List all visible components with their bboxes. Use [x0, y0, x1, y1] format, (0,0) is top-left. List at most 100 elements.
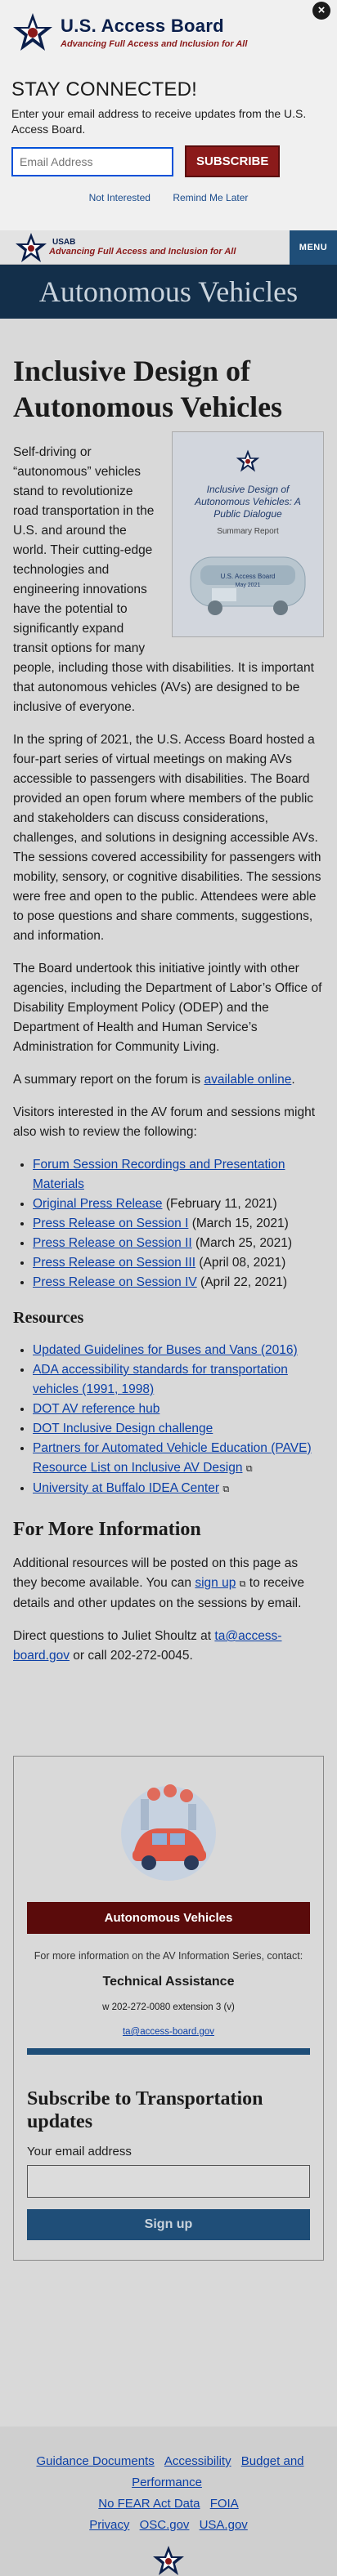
list-item-date: (March 25, 2021) [191, 1236, 293, 1250]
external-link-icon: ⧉ [222, 1484, 230, 1494]
site-logo-star-icon[interactable] [15, 232, 47, 263]
footer-link-privacy[interactable]: Privacy [89, 2518, 129, 2532]
list-item: Partners for Automated Vehicle Education… [33, 1439, 324, 1479]
summary-text: A summary report on the forum is [13, 1073, 204, 1087]
more-info-heading: For More Information [13, 1519, 201, 1540]
resource-dot-challenge-link[interactable]: DOT Inclusive Design challenge [33, 1422, 213, 1435]
card-email-row: ta@access-board.gov [27, 2027, 310, 2037]
email-address-input[interactable] [11, 146, 173, 176]
available-online-link[interactable]: available online [204, 1073, 291, 1087]
site-header: USAB Advancing Full Access and Inclusion… [0, 230, 337, 265]
list-item: Press Release on Session I (March 15, 20… [33, 1214, 324, 1234]
site-tagline: Advancing Full Access and Inclusion for … [49, 247, 236, 257]
technical-assistance-email-link[interactable]: ta@access-board.gov [123, 2027, 214, 2037]
banner-logo[interactable]: U.S. Access Board Advancing Full Access … [11, 11, 326, 60]
footer-link-guidance[interactable]: Guidance Documents [36, 2454, 154, 2468]
footer-link-accessibility[interactable]: Accessibility [164, 2454, 231, 2468]
autonomous-car-illustration-icon [121, 1784, 216, 1881]
footer-link-usa[interactable]: USA.gov [200, 2518, 248, 2532]
phone-number: w 202-272-0080 extension 3 (v) [102, 2002, 235, 2012]
press-release-session-3-link[interactable]: Press Release on Session III [33, 1256, 195, 1270]
list-item: Press Release on Session IV (April 22, 2… [33, 1273, 324, 1292]
autonomous-van-image: U.S. Access Board May 2021 [190, 556, 306, 615]
contact-text: Direct questions to Juliet Shoultz at [13, 1629, 215, 1643]
card-info-text: For more information on the AV Informati… [34, 1950, 303, 1962]
contact-text-2: or call 202-272-0045. [69, 1649, 193, 1663]
list-item-date: (February 11, 2021) [162, 1197, 277, 1211]
technical-assistance-heading: Technical Assistance [102, 1975, 235, 1989]
page: U.S. Access Board Advancing Full Access … [0, 0, 337, 2576]
external-link-icon: ⧉ [245, 1464, 253, 1474]
subscribe-email-input[interactable] [27, 2165, 310, 2198]
subscribe-heading: Subscribe to Transportation updates [27, 2088, 263, 2132]
banner-links: Not Interested Remind Me Later [11, 192, 326, 203]
subscribe-button[interactable]: SUBSCRIBE [185, 145, 281, 177]
banner-form: SUBSCRIBE [11, 145, 326, 177]
footer-link-foia[interactable]: FOIA [210, 2497, 239, 2511]
resource-guidelines-link[interactable]: Updated Guidelines for Buses and Vans (2… [33, 1343, 298, 1357]
list-item: Press Release on Session III (April 08, … [33, 1253, 324, 1273]
sign-up-button[interactable]: Sign up [27, 2209, 310, 2240]
list-item-date: (March 15, 2021) [188, 1217, 289, 1230]
press-release-session-1-link[interactable]: Press Release on Session I [33, 1217, 188, 1230]
resource-dot-av-hub-link[interactable]: DOT AV reference hub [33, 1402, 160, 1416]
footer-links: Guidance Documents Accessibility Budget … [0, 2451, 337, 2536]
list-item: Forum Session Recordings and Presentatio… [33, 1155, 324, 1194]
resource-pave-link[interactable]: Partners for Automated Vehicle Education… [33, 1441, 312, 1475]
brand-tagline: Advancing Full Access and Inclusion for … [61, 39, 248, 49]
page-title: Inclusive Design of Autonomous Vehicles [13, 355, 283, 423]
sign-up-link[interactable]: sign up [195, 1576, 236, 1590]
original-press-release-link[interactable]: Original Press Release [33, 1197, 163, 1211]
list-item: Press Release on Session II (March 25, 2… [33, 1234, 324, 1253]
menu-button[interactable]: MENU [290, 230, 337, 265]
summary-report-cover[interactable]: Inclusive Design of Autonomous Vehicles:… [172, 431, 324, 637]
footer-logo-star-icon[interactable] [152, 2544, 185, 2576]
summary-suffix: . [291, 1073, 295, 1087]
list-item: ADA accessibility standards for transpor… [33, 1360, 324, 1400]
footer-link-osc[interactable]: OSC.gov [140, 2518, 190, 2532]
forum-recordings-link[interactable]: Forum Session Recordings and Presentatio… [33, 1158, 285, 1191]
forum-links-list: Forum Session Recordings and Presentatio… [13, 1155, 324, 1292]
main-content: Inclusive Design of Autonomous Vehicles … [0, 319, 337, 1666]
list-item-date: (April 22, 2021) [196, 1275, 288, 1289]
autonomous-vehicles-button[interactable]: Autonomous Vehicles [27, 1902, 310, 1934]
series-paragraph: In the spring of 2021, the U.S. Access B… [13, 733, 321, 943]
list-item-date: (April 08, 2021) [195, 1256, 286, 1270]
signup-banner: U.S. Access Board Advancing Full Access … [0, 0, 337, 230]
resources-list: Updated Guidelines for Buses and Vans (2… [13, 1341, 324, 1499]
brand-name: U.S. Access Board [61, 16, 224, 36]
report-cover-date: May 2021 [236, 583, 261, 588]
site-abbrev: USAB [52, 238, 76, 247]
banner-title: STAY CONNECTED! [11, 78, 198, 100]
not-interested-link[interactable]: Not Interested [89, 192, 151, 203]
access-board-star-icon [13, 13, 52, 51]
av-info-card: Autonomous Vehicles For more information… [13, 1756, 324, 2261]
site-footer: Guidance Documents Accessibility Budget … [0, 2426, 337, 2576]
page-hero-title: Autonomous Vehicles [0, 265, 337, 319]
resources-heading: Resources [13, 1309, 84, 1327]
summary-paragraph: A summary report on the forum is availab… [13, 1070, 324, 1090]
list-item: DOT Inclusive Design challenge [33, 1419, 324, 1439]
card-divider [27, 2048, 310, 2055]
report-subtitle: Summary Report [217, 527, 279, 536]
contact-paragraph: Direct questions to Juliet Shoultz at ta… [13, 1627, 324, 1666]
more-info-paragraph: Additional resources will be posted on t… [13, 1554, 324, 1614]
email-label: Your email address [27, 2145, 132, 2159]
resource-idea-center-link[interactable]: University at Buffalo IDEA Center [33, 1481, 219, 1495]
list-item: DOT AV reference hub [33, 1400, 324, 1419]
report-star-icon [236, 449, 260, 472]
report-cover-brand: U.S. Access Board [221, 573, 276, 580]
footer-link-no-fear[interactable]: No FEAR Act Data [98, 2497, 200, 2511]
visitors-paragraph: Visitors interested in the AV forum and … [13, 1105, 316, 1139]
agencies-paragraph: The Board undertook this initiative join… [13, 962, 322, 1054]
resource-ada-standards-link[interactable]: ADA accessibility standards for transpor… [33, 1363, 288, 1396]
press-release-session-2-link[interactable]: Press Release on Session II [33, 1236, 192, 1250]
list-item: Updated Guidelines for Buses and Vans (2… [33, 1341, 324, 1360]
report-title: Inclusive Design of Autonomous Vehicles:… [195, 484, 301, 520]
remind-later-link[interactable]: Remind Me Later [173, 192, 248, 203]
close-icon[interactable]: × [312, 2, 330, 20]
press-release-session-4-link[interactable]: Press Release on Session IV [33, 1275, 197, 1289]
list-item: Original Press Release (February 11, 202… [33, 1194, 324, 1214]
banner-description: Enter your email address to receive upda… [11, 107, 307, 136]
list-item: University at Buffalo IDEA Center ⧉ [33, 1479, 324, 1499]
